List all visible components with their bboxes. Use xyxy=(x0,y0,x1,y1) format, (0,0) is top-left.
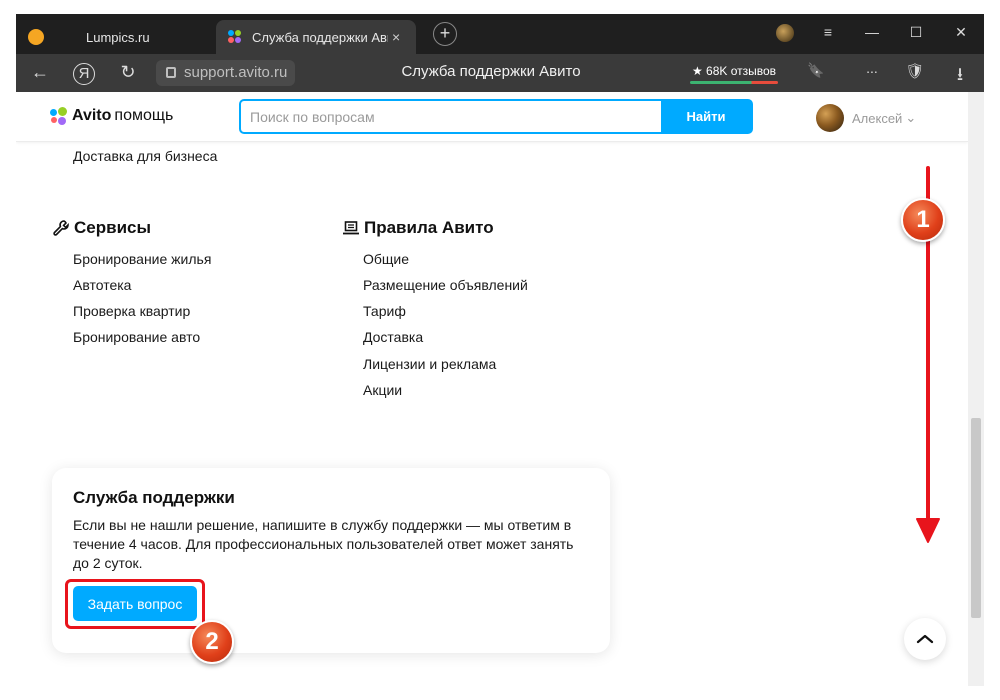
avito-logo-icon xyxy=(50,107,68,125)
service-link[interactable]: Автотека xyxy=(73,277,131,293)
back-icon[interactable]: ← xyxy=(29,62,51,83)
url-text: support.avito.ru xyxy=(184,64,288,81)
yandex-icon[interactable]: Я xyxy=(73,63,95,85)
logo-brand: Avito xyxy=(72,107,112,124)
tab-title: Служба поддержки Авито xyxy=(252,29,388,45)
services-heading: Сервисы xyxy=(52,218,151,238)
scrollbar[interactable] xyxy=(968,92,984,686)
services-title: Сервисы xyxy=(74,218,151,237)
tab-close-icon[interactable]: × xyxy=(392,29,400,45)
address-page-title: Служба поддержки Авито xyxy=(401,63,581,80)
reload-icon[interactable]: ↻ xyxy=(117,62,139,83)
minimize-icon[interactable]: — xyxy=(862,24,882,40)
support-card: Служба поддержки Если вы не нашли решени… xyxy=(52,468,610,664)
rules-heading: Правила Авито xyxy=(342,218,494,238)
search-input[interactable] xyxy=(241,101,661,132)
rules-link[interactable]: Акции xyxy=(363,382,402,398)
logo-suffix: помощь xyxy=(114,107,174,124)
scrollbar-thumb[interactable] xyxy=(971,418,981,618)
avatar xyxy=(816,104,844,132)
rules-link[interactable]: Общие xyxy=(363,251,409,267)
maximize-icon[interactable]: ☐ xyxy=(906,24,926,41)
download-icon[interactable]: ⭳ xyxy=(949,62,971,92)
bookmark-icon[interactable]: 🔖 xyxy=(805,62,827,79)
tab-avito-support[interactable]: Служба поддержки Авито × xyxy=(216,20,416,54)
reviews-text: ★ 68K отзывов xyxy=(691,64,777,78)
rules-link[interactable]: Лицензии и реклама xyxy=(363,356,496,372)
avito-logo[interactable]: Avito помощь xyxy=(50,105,173,127)
close-window-icon[interactable]: ✕ xyxy=(951,24,971,41)
wrench-icon xyxy=(53,220,69,236)
user-name: Алексей xyxy=(852,110,903,126)
more-icon[interactable]: ... xyxy=(861,60,883,76)
service-link[interactable]: Проверка квартир xyxy=(73,303,190,319)
main-content: Доставка для бизнеса Сервисы Бронировани… xyxy=(16,142,968,686)
lumpics-favicon-icon xyxy=(28,29,44,45)
browser-window: Lumpics.ru Служба поддержки Авито × + ≡ … xyxy=(16,14,984,686)
profile-avatar-icon[interactable] xyxy=(776,24,794,42)
chevron-up-icon xyxy=(916,634,934,644)
ask-question-button[interactable]: Задать вопрос xyxy=(73,586,197,621)
support-text: Если вы не нашли решение, напишите в слу… xyxy=(73,517,574,571)
address-bar: ← Я ↻ support.avito.ru Служба поддержки … xyxy=(16,54,984,92)
reviews-badge[interactable]: ★ 68K отзывов xyxy=(688,60,780,86)
tab-lumpics[interactable]: Lumpics.ru xyxy=(16,20,216,54)
new-tab-button[interactable]: + xyxy=(433,22,457,46)
url-field[interactable]: support.avito.ru xyxy=(156,60,296,86)
avito-favicon-icon xyxy=(228,30,242,44)
link-delivery-business[interactable]: Доставка для бизнеса xyxy=(73,148,217,164)
search-button[interactable]: Найти xyxy=(661,101,751,132)
tab-bar: Lumpics.ru Служба поддержки Авито × + ≡ … xyxy=(16,14,984,54)
step-1-badge: 1 xyxy=(901,198,945,242)
support-title: Служба поддержки xyxy=(73,488,235,507)
service-link[interactable]: Бронирование авто xyxy=(73,329,200,345)
laptop-icon xyxy=(343,221,359,235)
step-2-badge: 2 xyxy=(190,620,234,664)
web-page: Avito помощь Найти Алексей ⌄ Доставка дл… xyxy=(16,92,968,686)
search-box: Найти xyxy=(239,99,753,134)
reviews-rating-bar xyxy=(690,81,778,84)
site-header: Avito помощь Найти Алексей ⌄ xyxy=(16,92,968,142)
rules-link[interactable]: Тариф xyxy=(363,303,406,319)
rules-title: Правила Авито xyxy=(364,218,494,237)
browser-menu-icon[interactable]: ≡ xyxy=(818,24,838,40)
tab-title: Lumpics.ru xyxy=(86,29,150,45)
chevron-down-icon: ⌄ xyxy=(905,110,917,125)
rules-link[interactable]: Размещение объявлений xyxy=(363,277,528,293)
user-menu[interactable]: Алексей ⌄ xyxy=(816,104,916,132)
protect-icon[interactable]: 🛡 xyxy=(904,62,926,80)
lock-icon xyxy=(166,67,176,78)
rules-link[interactable]: Доставка xyxy=(363,329,423,345)
scroll-to-top-button[interactable] xyxy=(904,618,946,660)
service-link[interactable]: Бронирование жилья xyxy=(73,251,211,267)
